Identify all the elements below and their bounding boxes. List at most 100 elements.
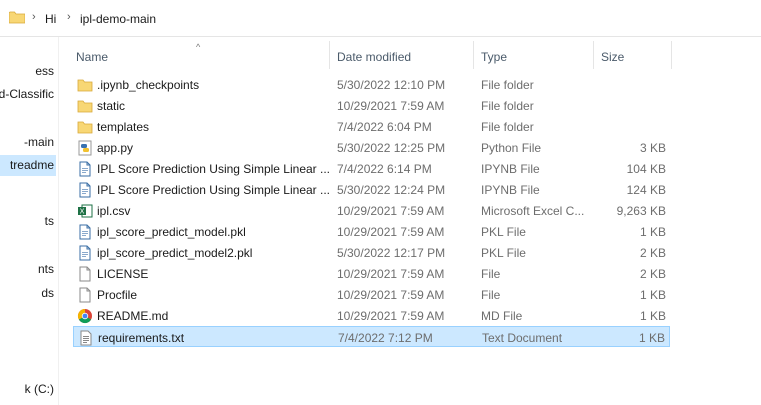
file-date-modified: 10/29/2021 7:59 AM xyxy=(337,288,445,302)
file-name: ipl_score_predict_model2.pkl xyxy=(97,246,253,260)
breadcrumb-item[interactable]: Hi xyxy=(45,12,56,26)
chrome-icon xyxy=(77,308,93,324)
folder-icon xyxy=(77,98,93,114)
file-type: Text Document xyxy=(482,331,563,345)
file-type: Microsoft Excel C... xyxy=(481,204,585,218)
column-header: Name Date modified Type Size xyxy=(59,37,761,75)
blank-file-icon xyxy=(77,287,93,303)
file-name: Procfile xyxy=(97,288,138,302)
file-type: MD File xyxy=(481,309,523,323)
generic-file-icon xyxy=(77,182,93,198)
column-name[interactable]: Name xyxy=(76,50,108,64)
file-size: 104 KB xyxy=(626,162,666,176)
address-bar[interactable]: › Hi › ipl-demo-main xyxy=(0,0,761,37)
file-name: LICENSE xyxy=(97,267,149,281)
file-size: 1 KB xyxy=(639,288,666,302)
nav-item-label: ess xyxy=(35,64,54,78)
file-name: README.md xyxy=(97,309,169,323)
file-row[interactable]: .ipynb_checkpoints 5/30/2022 12:10 PM File… xyxy=(73,74,670,95)
nav-item-label: ds xyxy=(41,286,54,300)
file-size: 1 KB xyxy=(639,225,666,239)
file-date-modified: 10/29/2021 7:59 AM xyxy=(337,309,445,323)
generic-file-icon xyxy=(77,161,93,177)
file-row[interactable]: ipl_score_predict_model.pkl 10/29/2021 7:… xyxy=(73,221,670,242)
file-date-modified: 10/29/2021 7:59 AM xyxy=(337,99,445,113)
svg-text:X: X xyxy=(80,208,85,216)
file-date-modified: 5/30/2022 12:17 PM xyxy=(337,246,446,260)
nav-item[interactable]: ess xyxy=(0,61,56,82)
column-divider[interactable] xyxy=(671,41,672,69)
nav-item[interactable]: nts xyxy=(0,259,56,280)
nav-item[interactable]: treadme xyxy=(0,155,56,176)
file-name: templates xyxy=(97,120,150,134)
column-divider[interactable] xyxy=(329,41,330,69)
generic-file-icon xyxy=(77,224,93,240)
file-date-modified: 10/29/2021 7:59 AM xyxy=(337,225,445,239)
file-type: IPYNB File xyxy=(481,183,540,197)
file-type: PKL File xyxy=(481,225,526,239)
file-row[interactable]: IPL Score Prediction Using Simple Linear… xyxy=(73,158,670,179)
column-date[interactable]: Date modified xyxy=(337,50,411,64)
file-type: File folder xyxy=(481,99,534,113)
nav-item-label: ed-Classific xyxy=(0,87,54,101)
file-size: 124 KB xyxy=(626,183,666,197)
folder-icon xyxy=(77,119,93,135)
nav-item[interactable]: -main xyxy=(0,132,56,153)
file-date-modified: 5/30/2022 12:25 PM xyxy=(337,141,446,155)
file-type: File folder xyxy=(481,120,534,134)
column-divider[interactable] xyxy=(473,41,474,69)
file-name: IPL Score Prediction Using Simple Linear… xyxy=(97,183,330,197)
file-date-modified: 7/4/2022 6:04 PM xyxy=(337,120,432,134)
file-row[interactable]: requirements.txt 7/4/2022 7:12 PM Text Doc… xyxy=(73,326,670,347)
file-type: File xyxy=(481,267,501,281)
file-date-modified: 7/4/2022 6:14 PM xyxy=(337,162,432,176)
python-file-icon xyxy=(77,140,93,156)
file-row[interactable]: README.md 10/29/2021 7:59 AM MD File 1 KB xyxy=(73,305,670,326)
column-type[interactable]: Type xyxy=(481,50,507,64)
file-row[interactable]: static 10/29/2021 7:59 AM File folder xyxy=(73,95,670,116)
nav-item[interactable]: k (C:) xyxy=(0,379,56,400)
file-row[interactable]: ipl_score_predict_model2.pkl 5/30/2022 12… xyxy=(73,242,670,263)
folder-icon xyxy=(9,11,25,24)
file-row[interactable]: app.py 5/30/2022 12:25 PM Python File 3 KB xyxy=(73,137,670,158)
breadcrumb-item[interactable]: ipl-demo-main xyxy=(80,12,156,26)
file-row[interactable]: IPL Score Prediction Using Simple Linear… xyxy=(73,179,670,200)
nav-item[interactable]: ds xyxy=(0,283,56,304)
file-date-modified: 5/30/2022 12:24 PM xyxy=(337,183,446,197)
file-type: File folder xyxy=(481,78,534,92)
file-row[interactable]: LICENSE 10/29/2021 7:59 AM File 2 KB xyxy=(73,263,670,284)
column-divider[interactable] xyxy=(593,41,594,69)
file-name: ipl_score_predict_model.pkl xyxy=(97,225,246,239)
file-size: 1 KB xyxy=(638,331,665,345)
chevron-right-icon[interactable]: › xyxy=(32,11,36,23)
file-date-modified: 7/4/2022 7:12 PM xyxy=(338,331,433,345)
file-date-modified: 10/29/2021 7:59 AM xyxy=(337,204,445,218)
file-type: IPYNB File xyxy=(481,162,540,176)
file-size: 1 KB xyxy=(639,309,666,323)
text-file-icon xyxy=(78,330,94,346)
file-name: IPL Score Prediction Using Simple Linear… xyxy=(97,162,330,176)
excel-file-icon: X xyxy=(77,203,93,219)
chevron-right-icon[interactable]: › xyxy=(67,11,71,23)
file-name: requirements.txt xyxy=(98,331,185,345)
nav-item-label: treadme xyxy=(9,158,54,172)
file-date-modified: 10/29/2021 7:59 AM xyxy=(337,267,445,281)
nav-item-label: nts xyxy=(37,262,54,276)
folder-icon xyxy=(77,77,93,93)
file-type: File xyxy=(481,288,501,302)
file-name: .ipynb_checkpoints xyxy=(97,78,200,92)
nav-item-label: k (C:) xyxy=(24,382,54,396)
file-row[interactable]: Xipl.csv 10/29/2021 7:59 AM Microsoft Exce… xyxy=(73,200,670,221)
file-row[interactable]: templates 7/4/2022 6:04 PM File folder xyxy=(73,116,670,137)
file-name: static xyxy=(97,99,126,113)
nav-item[interactable]: ts xyxy=(0,211,56,232)
navigation-pane: ess ed-Classific -main treadme ts nts ds… xyxy=(0,37,59,405)
file-row[interactable]: Procfile 10/29/2021 7:59 AM File 1 KB xyxy=(73,284,670,305)
file-size: 3 KB xyxy=(639,141,666,155)
nav-item[interactable]: ed-Classific xyxy=(0,84,56,105)
file-size: 2 KB xyxy=(639,267,666,281)
nav-item-label: -main xyxy=(23,135,54,149)
column-size[interactable]: Size xyxy=(601,50,624,64)
file-type: PKL File xyxy=(481,246,526,260)
file-size: 9,263 KB xyxy=(616,204,666,218)
